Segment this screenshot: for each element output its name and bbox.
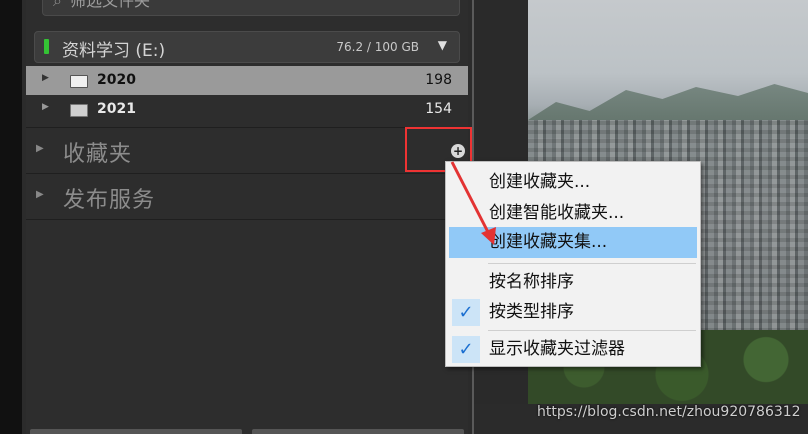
menu-item-create-collection[interactable]: 创建收藏夹... (449, 167, 697, 198)
divider (26, 219, 468, 220)
menu-item-sort-by-name[interactable]: 按名称排序 (449, 267, 697, 298)
expand-triangle-icon[interactable]: ▶ (42, 73, 49, 83)
expand-triangle-icon[interactable]: ▶ (36, 189, 44, 200)
menu-item-label: 创建智能收藏夹... (489, 203, 625, 223)
menu-separator (488, 330, 696, 331)
filter-label: 筛选文件夹 (69, 0, 150, 10)
import-button[interactable] (30, 429, 242, 434)
expand-triangle-icon[interactable]: ▶ (42, 102, 49, 112)
menu-item-create-smart-collection[interactable]: 创建智能收藏夹... (449, 198, 697, 229)
volume-name: 资料学习 (E:) (62, 41, 166, 61)
folder-name: 2021 (97, 101, 136, 117)
folder-name: 2020 (97, 72, 136, 88)
publish-services-title: 发布服务 (63, 188, 156, 213)
menu-item-sort-by-type[interactable]: ✓ 按类型排序 (449, 297, 697, 328)
folder-icon (70, 75, 88, 88)
menu-item-label: 按类型排序 (489, 302, 574, 322)
divider (26, 173, 468, 174)
menu-item-label: 创建收藏夹集... (489, 232, 608, 252)
folder-row-2020[interactable]: ▶ 2020 198 (26, 66, 468, 95)
volume-header[interactable]: 资料学习 (E:) 76.2 / 100 GB ▼ (34, 31, 460, 63)
collections-section-header[interactable]: ▶ 收藏夹 (26, 129, 468, 173)
menu-separator (488, 263, 696, 264)
chevron-down-icon[interactable]: ▼ (438, 38, 447, 52)
collections-title: 收藏夹 (63, 142, 133, 167)
watermark: https://blog.csdn.net/zhou920786312 (537, 404, 801, 420)
checkmark-icon: ✓ (452, 336, 480, 363)
volume-status-indicator (44, 39, 49, 54)
folder-row-2021[interactable]: ▶ 2021 154 (26, 95, 468, 124)
menu-item-label: 创建收藏夹... (489, 172, 591, 192)
divider (26, 127, 468, 128)
export-button[interactable] (252, 429, 464, 434)
left-edge (0, 0, 22, 434)
folder-icon (70, 104, 88, 117)
folder-count: 198 (425, 72, 452, 88)
folder-count: 154 (425, 101, 452, 117)
menu-item-label: 按名称排序 (489, 272, 574, 292)
search-icon: ⌕ (53, 0, 62, 10)
menu-item-show-collection-filter[interactable]: ✓ 显示收藏夹过滤器 (449, 334, 697, 365)
filter-folders-input[interactable]: ⌕ 筛选文件夹 (42, 0, 460, 16)
menu-item-create-collection-set[interactable]: 创建收藏夹集... (449, 227, 697, 258)
collections-context-menu: 创建收藏夹... 创建智能收藏夹... 创建收藏夹集... 按名称排序 ✓ 按类… (445, 161, 701, 367)
volume-usage: 76.2 / 100 GB (336, 40, 419, 54)
menu-item-label: 显示收藏夹过滤器 (489, 339, 625, 359)
expand-triangle-icon[interactable]: ▶ (36, 143, 44, 154)
checkmark-icon: ✓ (452, 299, 480, 326)
publish-services-section-header[interactable]: ▶ 发布服务 (26, 175, 468, 219)
